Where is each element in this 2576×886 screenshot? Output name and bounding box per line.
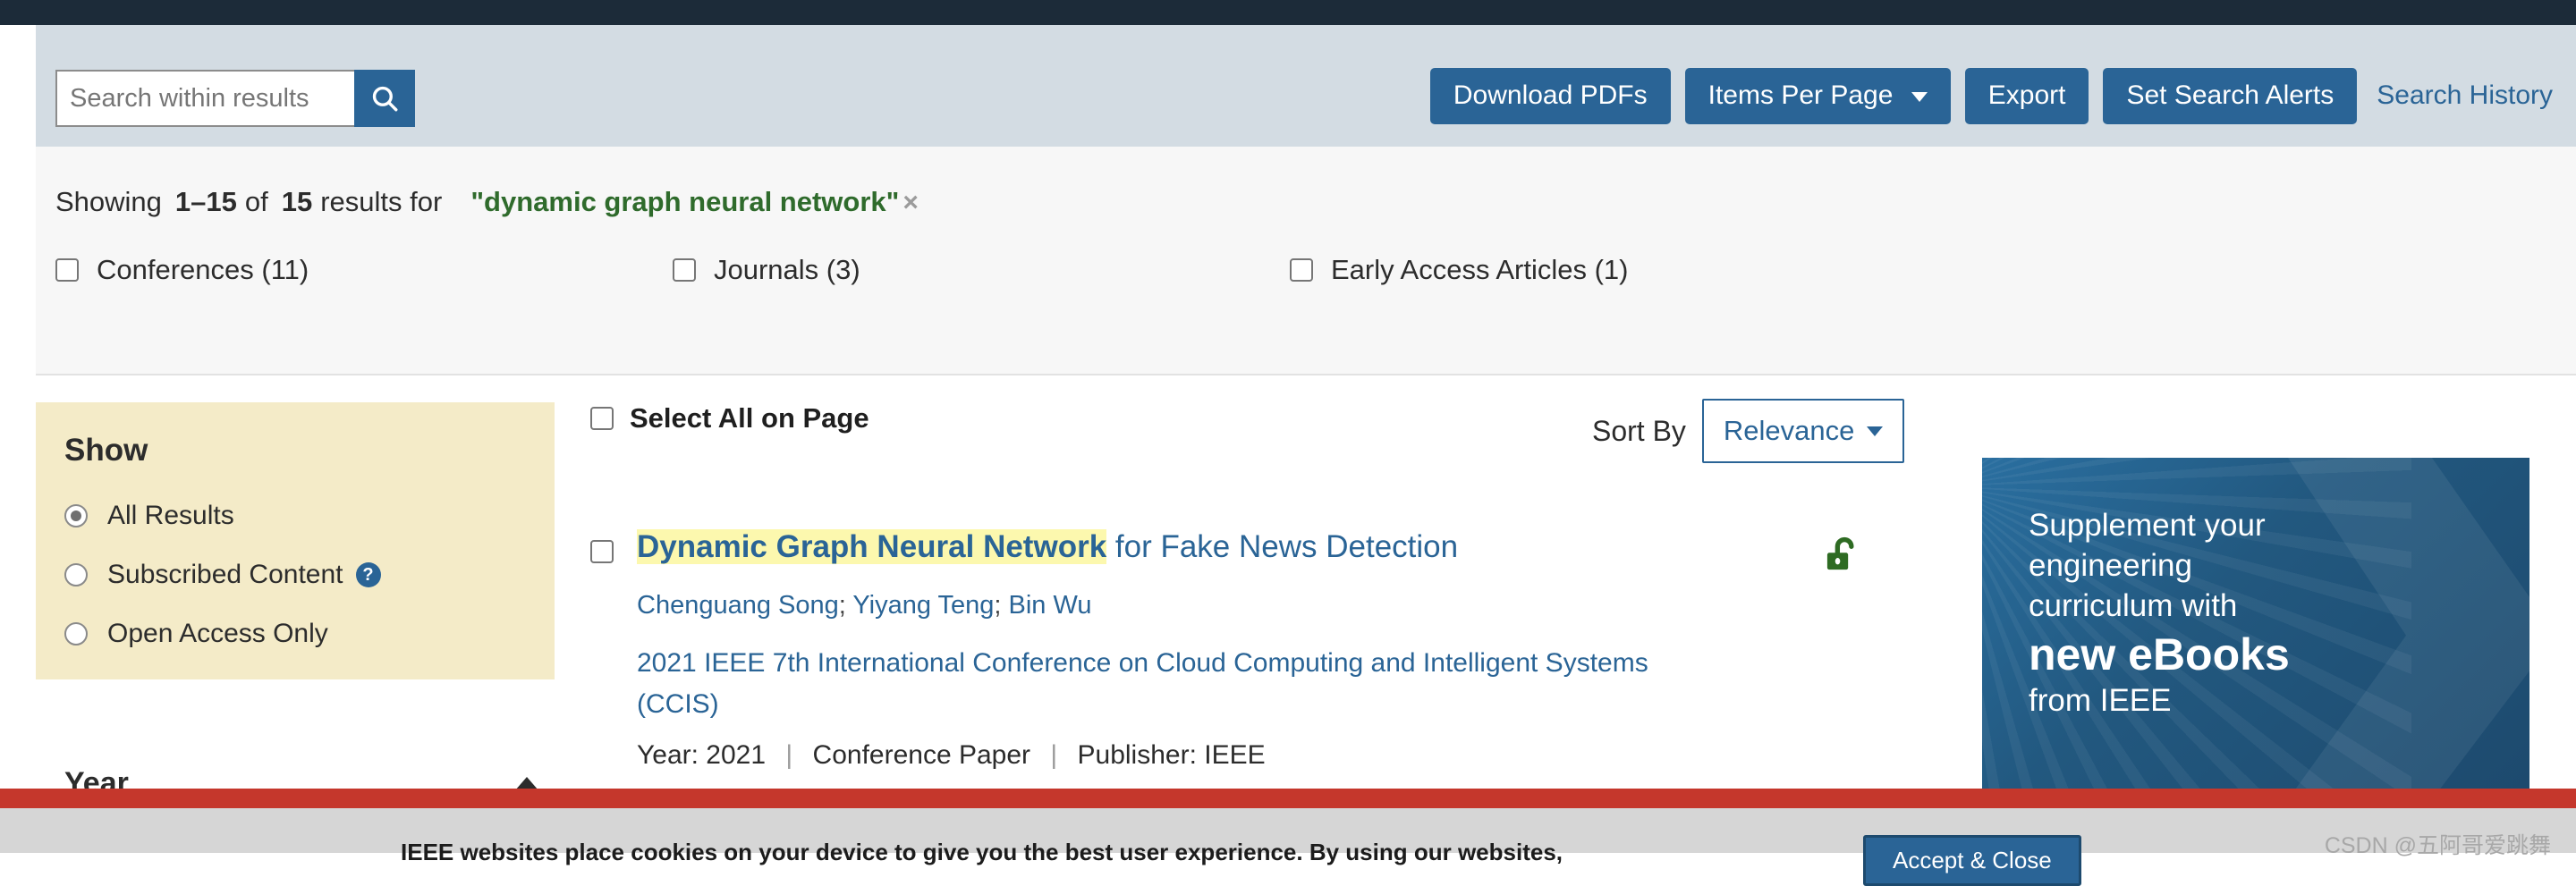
result-authors: Chenguang Song; Yiyang Teng; Bin Wu	[637, 589, 1950, 623]
radio-all-results-label: All Results	[107, 501, 234, 530]
radio-all-results[interactable]	[64, 504, 88, 527]
facet-journals[interactable]: Journals (3)	[673, 254, 1290, 286]
cookie-accept-button[interactable]: Accept & Close	[1863, 835, 2081, 886]
facet-journals-label: Journals (3)	[714, 254, 860, 285]
remove-query-icon[interactable]: ×	[902, 188, 919, 218]
result-title-link[interactable]: Dynamic Graph Neural Network for Fake Ne…	[637, 527, 1950, 566]
metadata-divider: |	[1050, 740, 1058, 771]
ad-line-1: Supplement your	[2029, 508, 2266, 543]
sort-by-value: Relevance	[1723, 415, 1855, 446]
top-navigation-bar	[0, 0, 2576, 25]
items-per-page-label: Items Per Page	[1707, 80, 1894, 110]
radio-subscribed-content[interactable]	[64, 563, 88, 586]
search-history-link[interactable]: Search History	[2371, 68, 2558, 123]
result-title-rest: for Fake News Detection	[1106, 529, 1459, 564]
chevron-down-icon	[1867, 426, 1884, 436]
results-column: Select All on Page Sort By Relevance Dyn…	[590, 399, 1950, 770]
author-separator: ;	[838, 591, 853, 620]
facet-early-access-label: Early Access Articles (1)	[1331, 254, 1629, 285]
show-filter-panel: Show All Results Subscribed Content ? Op…	[36, 402, 555, 679]
result-select-checkbox[interactable]	[590, 540, 614, 563]
export-button[interactable]: Export	[1964, 68, 2089, 124]
facet-early-access[interactable]: Early Access Articles (1)	[1290, 254, 1628, 286]
toolbar-actions: Download PDFs Items Per Page Export Set …	[1429, 68, 2558, 124]
ad-line-3: curriculum with	[2029, 587, 2238, 623]
result-year-value: 2021	[706, 740, 767, 771]
result-year-label: Year:	[637, 740, 699, 771]
author-1[interactable]: Yiyang Teng	[852, 591, 994, 620]
facet-conferences-label: Conferences (11)	[97, 254, 309, 285]
result-type: Conference Paper	[812, 740, 1031, 771]
author-0[interactable]: Chenguang Song	[637, 591, 839, 620]
facet-conferences[interactable]: Conferences (11)	[55, 254, 673, 286]
result-publisher-label: Publisher:	[1077, 740, 1197, 771]
chevron-down-icon	[1911, 91, 1928, 102]
sidebar-option-open-access-only[interactable]: Open Access Only	[64, 619, 555, 649]
results-summary-band: Showing 1–15 of 15 results for "dynamic …	[36, 147, 2576, 375]
facet-conferences-checkbox[interactable]	[55, 258, 79, 282]
select-all-label: Select All on Page	[630, 402, 869, 434]
refine-sidebar: Show All Results Subscribed Content ? Op…	[36, 402, 555, 800]
results-total: 15	[281, 186, 313, 217]
help-icon[interactable]: ?	[355, 562, 381, 587]
search-submit-button[interactable]	[354, 70, 415, 127]
radio-open-access-only-label: Open Access Only	[107, 619, 328, 648]
author-2[interactable]: Bin Wu	[1009, 591, 1092, 620]
content-type-facets: Conferences (11) Journals (3) Early Acce…	[55, 254, 1844, 286]
facet-journals-checkbox[interactable]	[673, 258, 696, 282]
result-list-item: Dynamic Graph Neural Network for Fake Ne…	[590, 527, 1950, 771]
metadata-divider: |	[785, 740, 793, 771]
search-icon	[369, 83, 400, 114]
radio-subscribed-content-label: Subscribed Content	[107, 560, 343, 589]
ad-copy: Supplement your engineering curriculum w…	[2029, 506, 2368, 721]
sidebar-option-all-results[interactable]: All Results	[64, 501, 555, 531]
result-body: Dynamic Graph Neural Network for Fake Ne…	[637, 527, 1950, 771]
sort-control: Sort By Relevance	[1592, 399, 1905, 463]
ad-emphasis: new eBooks	[2029, 629, 2290, 680]
download-pdfs-button[interactable]: Download PDFs	[1429, 68, 1671, 124]
results-for-label: results for	[320, 186, 443, 217]
cookie-consent-banner: IEEE websites place cookies on your devi…	[0, 808, 2576, 886]
result-metadata: Year: 2021 | Conference Paper | Publishe…	[637, 740, 1950, 771]
set-search-alerts-button[interactable]: Set Search Alerts	[2103, 68, 2358, 124]
select-all-checkbox[interactable]	[590, 407, 614, 430]
search-toolbar-band: Download PDFs Items Per Page Export Set …	[36, 25, 2576, 147]
results-count-summary: Showing 1–15 of 15 results for "dynamic …	[55, 186, 919, 218]
of-label: of	[244, 186, 268, 217]
result-title-highlight: Dynamic Graph Neural Network	[637, 529, 1107, 564]
watermark-label: CSDN @五阿哥爱跳舞	[2324, 833, 2551, 858]
radio-open-access-only[interactable]	[64, 622, 88, 646]
author-separator: ;	[994, 591, 1009, 620]
show-panel-title: Show	[64, 433, 148, 468]
open-lock-icon	[1823, 535, 1864, 582]
facet-early-access-checkbox[interactable]	[1290, 258, 1313, 282]
search-within-results-group	[55, 70, 415, 129]
ad-line-4: from IEEE	[2029, 683, 2172, 719]
sort-by-label: Sort By	[1592, 414, 1686, 447]
sort-by-dropdown[interactable]: Relevance	[1701, 399, 1905, 463]
showing-label: Showing	[55, 186, 162, 217]
active-query-term: "dynamic graph neural network"	[470, 186, 900, 217]
ad-line-2: engineering	[2029, 547, 2192, 583]
result-publisher-value: IEEE	[1204, 740, 1266, 771]
result-publication-link[interactable]: 2021 IEEE 7th International Conference o…	[637, 643, 1692, 724]
results-range: 1–15	[174, 186, 237, 217]
advertisement-banner[interactable]: Supplement your engineering curriculum w…	[1982, 458, 2529, 789]
red-divider-bar	[0, 789, 2576, 808]
sidebar-option-subscribed-content[interactable]: Subscribed Content ?	[64, 560, 555, 590]
search-input[interactable]	[55, 70, 354, 127]
items-per-page-button[interactable]: Items Per Page	[1684, 68, 1951, 124]
